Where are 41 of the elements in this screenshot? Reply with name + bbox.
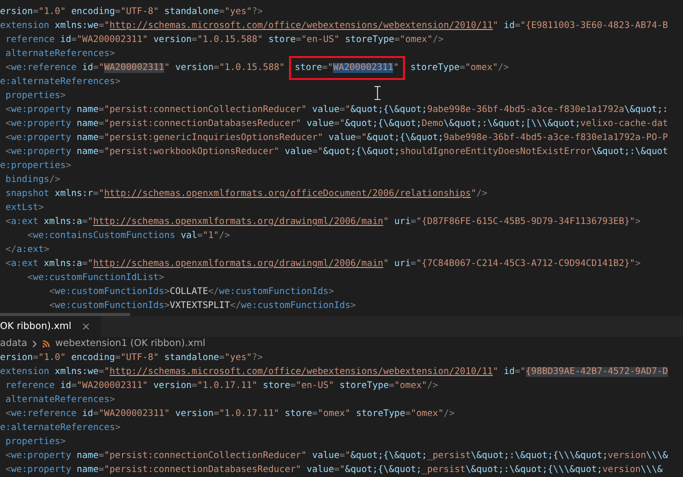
code-text: <we:property name="persist:connectionCollectionReducer" value="&quot;{\&quot;_persist\&quot;:\&quot;{\\\&quot;version\\\& — [4, 450, 668, 463]
code-text: <we:property name="persist:connectionDatabasesReducer" value="&quot;{\&quot;Demo\&quot;:\&quot;[\\\&quot;velixo-cache-dat — [4, 118, 668, 131]
rss-file-icon — [42, 340, 50, 348]
code-text: <we:reference id="WA200002311" version="1.0.17.11" store="omex" storeType="omex"/> — [4, 408, 455, 421]
code-text: extension xmlns:we="http://schemas.microsoft.com/office/webextensions/webextension/2010/11" id="{98BD39AE-42B7-4572-9AD7-D — [0, 366, 668, 379]
breadcrumb-item[interactable]: webextension1 (OK ribbon).xml — [55, 338, 206, 350]
code-text: ersion="1.0" encoding="UTF-8" standalone="yes"?> — [0, 6, 263, 19]
code-text: e:alternateReferences> — [0, 76, 120, 89]
code-text: properties> — [4, 436, 66, 449]
code-text: <we:property name="persist:genericInquiriesOptionsReducer" value="&quot;{\&quot;9abe998e-36bf-4bd5-a3ce-f830e1a1792a-PO-P — [4, 132, 668, 145]
code-text: extension xmlns:we="http://schemas.microsoft.com/office/webextensions/webextension/2010/11" id="{E9811003-3E60-4823-AB74-B — [0, 20, 668, 33]
annotation-box: store="WA200002311" — [288, 56, 405, 80]
code-text: <we:customFunctionIds>COLLATE</we:customFunctionIds> — [48, 286, 334, 299]
code-text: <we:reference id="WA200002311" version="1.0.15.588" — [4, 62, 285, 75]
chevron-icon — [32, 340, 38, 348]
code-text: alternateReferences> — [4, 394, 115, 407]
code-text: reference id="WA200002311" version="1.0.15.588" store="en-US" storeType="omex"/> — [4, 34, 444, 47]
code-text: extLst> — [4, 202, 44, 215]
code-text: reference id="WA200002311" version="1.0.17.11" store="en-US" storeType="omex"/> — [4, 380, 438, 393]
code-text: properties> — [4, 90, 66, 103]
code-text: <we:property name="persist:connectionCollectionReducer" value="&quot;{\&quot;9abe998e-36bf-4bd5-a3ce-f830e1a1792a\&quot;: — [4, 104, 668, 117]
text-cursor-icon — [374, 86, 381, 100]
editor-tab[interactable]: OK ribbon).xml × — [0, 316, 101, 337]
scrollbar-thumb[interactable] — [0, 313, 130, 316]
code-text: <we:containsCustomFunctions val="1"/> — [26, 230, 230, 243]
close-button[interactable]: × — [81, 320, 91, 333]
code-text: bindings/> — [4, 174, 60, 187]
code-text: <a:ext xmlns:a="http://schemas.openxmlformats.org/drawingml/2006/main" uri="{D87F86FE-615C-45B5-9D79-34F1136793EB}"> — [4, 216, 641, 229]
code-text: alternateReferences> — [4, 48, 115, 61]
code-text: <we:customFunctionIdList> — [26, 272, 164, 285]
code-text: <we:customFunctionIds>VXTEXTSPLIT</we:customFunctionIds> — [48, 300, 356, 313]
code-text: <we:property name="persist:workbookOptionsReducer" value="&quot;{\&quot;shouldIgnoreEntityDoesNotExistError\&quot;:\&quot — [4, 146, 668, 159]
code-text: snapshot xmlns:r="http://schemas.openxmlformats.org/officeDocument/2006/relationships"/> — [4, 188, 488, 201]
breadcrumb-item[interactable]: adata — [0, 338, 28, 350]
code-text: <a:ext xmlns:a="http://schemas.openxmlformats.org/drawingml/2006/main" uri="{7C84B067-C214-45C3-A712-C9D94CD141B2}"> — [4, 258, 641, 271]
code-text: </a:ext> — [4, 244, 50, 257]
code-text: <we:property name="persist:connectionDatabasesReducer" value="&quot;{\&quot;_persist\&quot;:\&quot;{\\\&quot;version\\\& — [4, 464, 663, 477]
code-text: e:alternateReferences> — [0, 422, 120, 435]
code-text: storeType="omex"/> — [409, 62, 509, 75]
code-text: ersion="1.0" encoding="UTF-8" standalone="yes"?> — [0, 352, 263, 365]
code-text: e:properties> — [0, 160, 72, 173]
